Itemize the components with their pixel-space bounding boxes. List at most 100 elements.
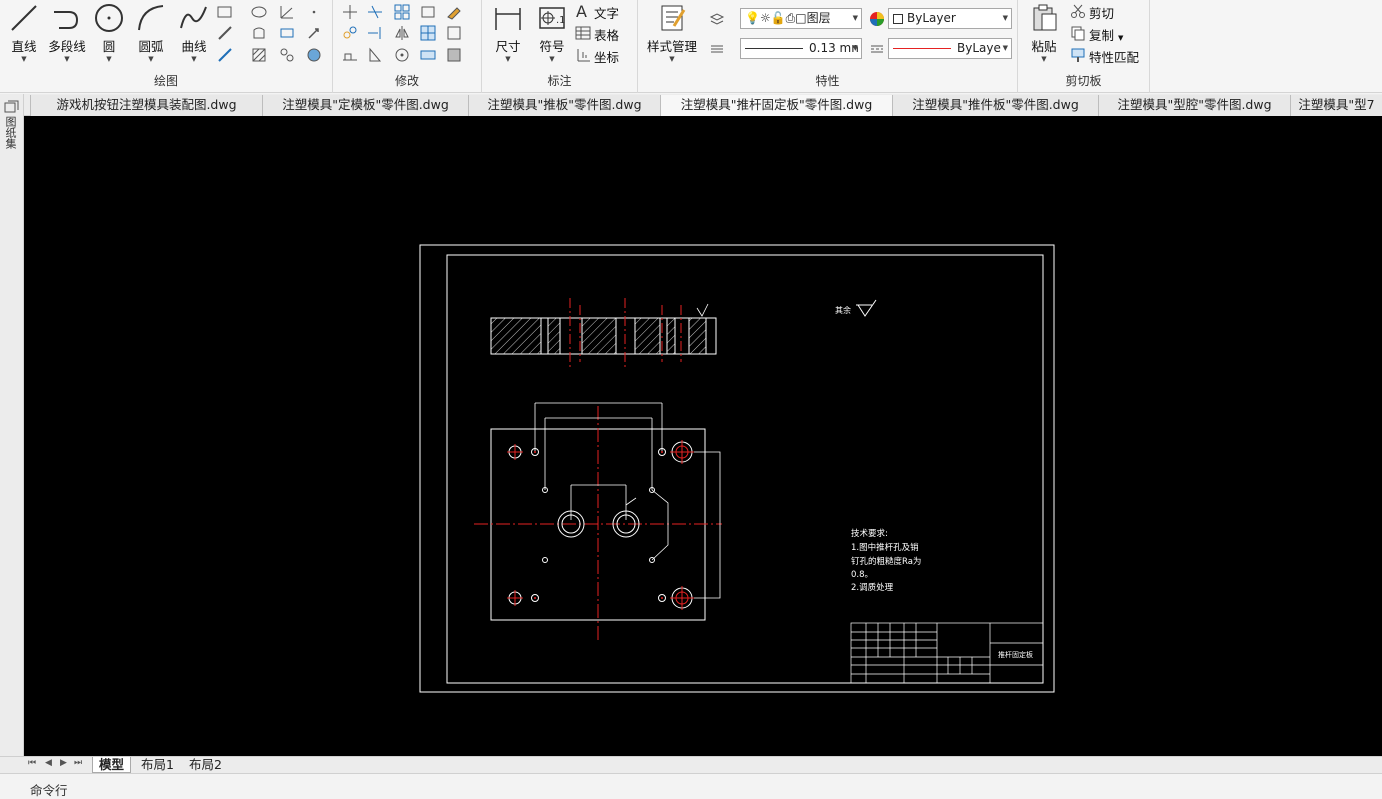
- boundary-icon[interactable]: [278, 46, 296, 64]
- dimension-icon: [495, 8, 521, 30]
- scissors-icon[interactable]: [1069, 2, 1087, 20]
- line-button[interactable]: 直线 ▼: [6, 2, 42, 63]
- gradient-icon[interactable]: [305, 46, 323, 64]
- layer-properties-icon[interactable]: [708, 10, 726, 28]
- copy-button[interactable]: 复制 ▼: [1089, 25, 1123, 44]
- wipeout-icon[interactable]: [278, 24, 296, 42]
- join-icon[interactable]: [419, 46, 437, 64]
- tab-layout1[interactable]: 布局1: [135, 757, 180, 773]
- chevron-down-icon: ▼: [1118, 34, 1124, 42]
- color-dropdown[interactable]: ByLayer ▼: [888, 8, 1012, 29]
- symbol-label: 符号: [539, 39, 565, 54]
- symbol-button[interactable]: .1 符号 ▼: [534, 2, 570, 63]
- first-tab-icon[interactable]: ⏮: [28, 758, 36, 768]
- tech-line: 2.调质处理: [851, 582, 894, 593]
- document-tab-bar: 游戏机按钮注塑模具装配图.dwg 注塑模具"定模板"零件图.dwg 注塑模具"推…: [0, 94, 1382, 116]
- doc-tab[interactable]: 注塑模具"推板"零件图.dwg: [468, 95, 660, 116]
- dimension-label: 尺寸: [495, 39, 521, 54]
- draw-panel: 直线 ▼ 多段线 ▼ 圆 ▼ 圆弧 ▼ 曲线 ▼ 绘图: [0, 0, 333, 93]
- arc-button[interactable]: 圆弧 ▼: [132, 2, 170, 63]
- tab-layout2[interactable]: 布局2: [183, 757, 228, 773]
- rotate-icon[interactable]: [393, 46, 411, 64]
- array-icon[interactable]: [393, 3, 411, 21]
- layer-label: 图层: [806, 11, 831, 25]
- paste-button[interactable]: 粘贴 ▼: [1026, 2, 1062, 63]
- tab-model[interactable]: 模型: [92, 757, 132, 773]
- revcloud-icon[interactable]: [216, 46, 234, 64]
- copy-clip-icon[interactable]: [1069, 24, 1087, 42]
- color-wheel-icon[interactable]: [868, 10, 886, 28]
- copy-icon[interactable]: [341, 24, 359, 42]
- chevron-down-icon: ▼: [669, 55, 675, 63]
- sheet-set-label[interactable]: 图纸集: [4, 116, 18, 149]
- prev-tab-icon[interactable]: ◀: [45, 758, 52, 768]
- fillet-icon[interactable]: [419, 24, 437, 42]
- doc-tab-active[interactable]: 注塑模具"推杆固定板"零件图.dwg: [660, 95, 892, 116]
- dimension-button[interactable]: 尺寸 ▼: [490, 2, 526, 63]
- spline-icon: [180, 6, 207, 29]
- linetype-icon[interactable]: [868, 40, 886, 58]
- lineweight-label: 0.13 mn: [809, 41, 859, 55]
- mirror-icon[interactable]: [393, 24, 411, 42]
- polyline-button[interactable]: 多段线 ▼: [45, 2, 89, 63]
- lineweight-dropdown[interactable]: 0.13 mn ▼: [740, 38, 862, 59]
- lock-icon: 🔓: [770, 11, 786, 25]
- match-properties-button[interactable]: 特性匹配: [1089, 47, 1139, 66]
- annotate-panel: 尺寸 ▼ .1 符号 ▼ A 文字 表格 坐标 标注: [482, 0, 638, 93]
- trim-icon[interactable]: [366, 3, 384, 21]
- ellipse-icon[interactable]: [250, 3, 268, 21]
- lineweight-icon[interactable]: [708, 40, 726, 58]
- doc-tab[interactable]: 注塑模具"推件板"零件图.dwg: [892, 95, 1098, 116]
- stretch-icon[interactable]: [341, 46, 359, 64]
- svg-text:A: A: [576, 2, 587, 20]
- construction-line-icon[interactable]: [278, 3, 296, 21]
- doc-tab[interactable]: 注塑模具"定模板"零件图.dwg: [262, 95, 468, 116]
- technical-requirements: 技术要求: 1.图中推杆孔及销 钉孔的粗糙度Ra为 0.8。 2.调质处理: [851, 528, 921, 593]
- chamfer-icon[interactable]: [445, 46, 463, 64]
- doc-tab[interactable]: 注塑模具"型7: [1290, 95, 1382, 116]
- drawing-sheet: 其余 技术要求: 1.图中推杆孔及销 钉孔的粗糙度Ra为 0.8。 2.调质处理…: [419, 244, 1055, 693]
- coordinate-icon[interactable]: [574, 46, 592, 64]
- hatch-icon[interactable]: [250, 46, 268, 64]
- ray-icon[interactable]: [305, 24, 323, 42]
- next-tab-icon[interactable]: ▶: [60, 758, 67, 768]
- sheet-set-icon[interactable]: [4, 100, 20, 114]
- curve-button[interactable]: 曲线 ▼: [174, 2, 214, 63]
- xline-icon[interactable]: [216, 24, 234, 42]
- printer-icon: ⎙: [785, 11, 796, 25]
- last-tab-icon[interactable]: ⏭: [74, 758, 82, 768]
- layer-dropdown[interactable]: 💡☼🔓⎙□图层 ▼: [740, 8, 862, 29]
- chevron-down-icon: ▼: [106, 55, 112, 63]
- command-line[interactable]: 命令行: [0, 773, 1382, 798]
- scale-icon[interactable]: [366, 46, 384, 64]
- plan-view: [474, 402, 722, 640]
- region-icon[interactable]: [250, 24, 268, 42]
- chevron-down-icon: ▼: [148, 55, 154, 63]
- point-icon[interactable]: [305, 3, 323, 21]
- table-button[interactable]: 表格: [594, 25, 619, 44]
- erase-icon[interactable]: [445, 3, 463, 21]
- table-icon[interactable]: [574, 24, 592, 42]
- extend-icon[interactable]: [366, 24, 384, 42]
- offset-icon[interactable]: [419, 3, 437, 21]
- explode-icon[interactable]: [445, 24, 463, 42]
- text-button[interactable]: 文字: [594, 3, 619, 22]
- color-swatch-icon: □: [795, 11, 807, 25]
- rectangle-icon[interactable]: [216, 3, 234, 21]
- doc-tab[interactable]: 游戏机按钮注塑模具装配图.dwg: [30, 95, 262, 116]
- linetype-dropdown[interactable]: ByLaye ▼: [888, 38, 1012, 59]
- symbol-icon: .1: [539, 7, 566, 29]
- style-manager-button[interactable]: 样式管理 ▼: [644, 2, 700, 63]
- doc-tab[interactable]: 注塑模具"型腔"零件图.dwg: [1098, 95, 1290, 116]
- coordinate-button[interactable]: 坐标: [594, 47, 619, 66]
- curve-label: 曲线: [181, 39, 207, 54]
- paste-label: 粘贴: [1031, 39, 1057, 54]
- circle-button[interactable]: 圆 ▼: [92, 2, 126, 63]
- drawing-canvas[interactable]: 其余 技术要求: 1.图中推杆孔及销 钉孔的粗糙度Ra为 0.8。 2.调质处理…: [24, 116, 1382, 756]
- match-properties-icon[interactable]: [1069, 46, 1087, 64]
- cut-button[interactable]: 剪切: [1089, 3, 1114, 22]
- sun-icon: ☼: [759, 11, 771, 25]
- text-icon[interactable]: A: [574, 2, 592, 21]
- svg-text:.1: .1: [556, 15, 566, 26]
- move-icon[interactable]: [341, 3, 359, 21]
